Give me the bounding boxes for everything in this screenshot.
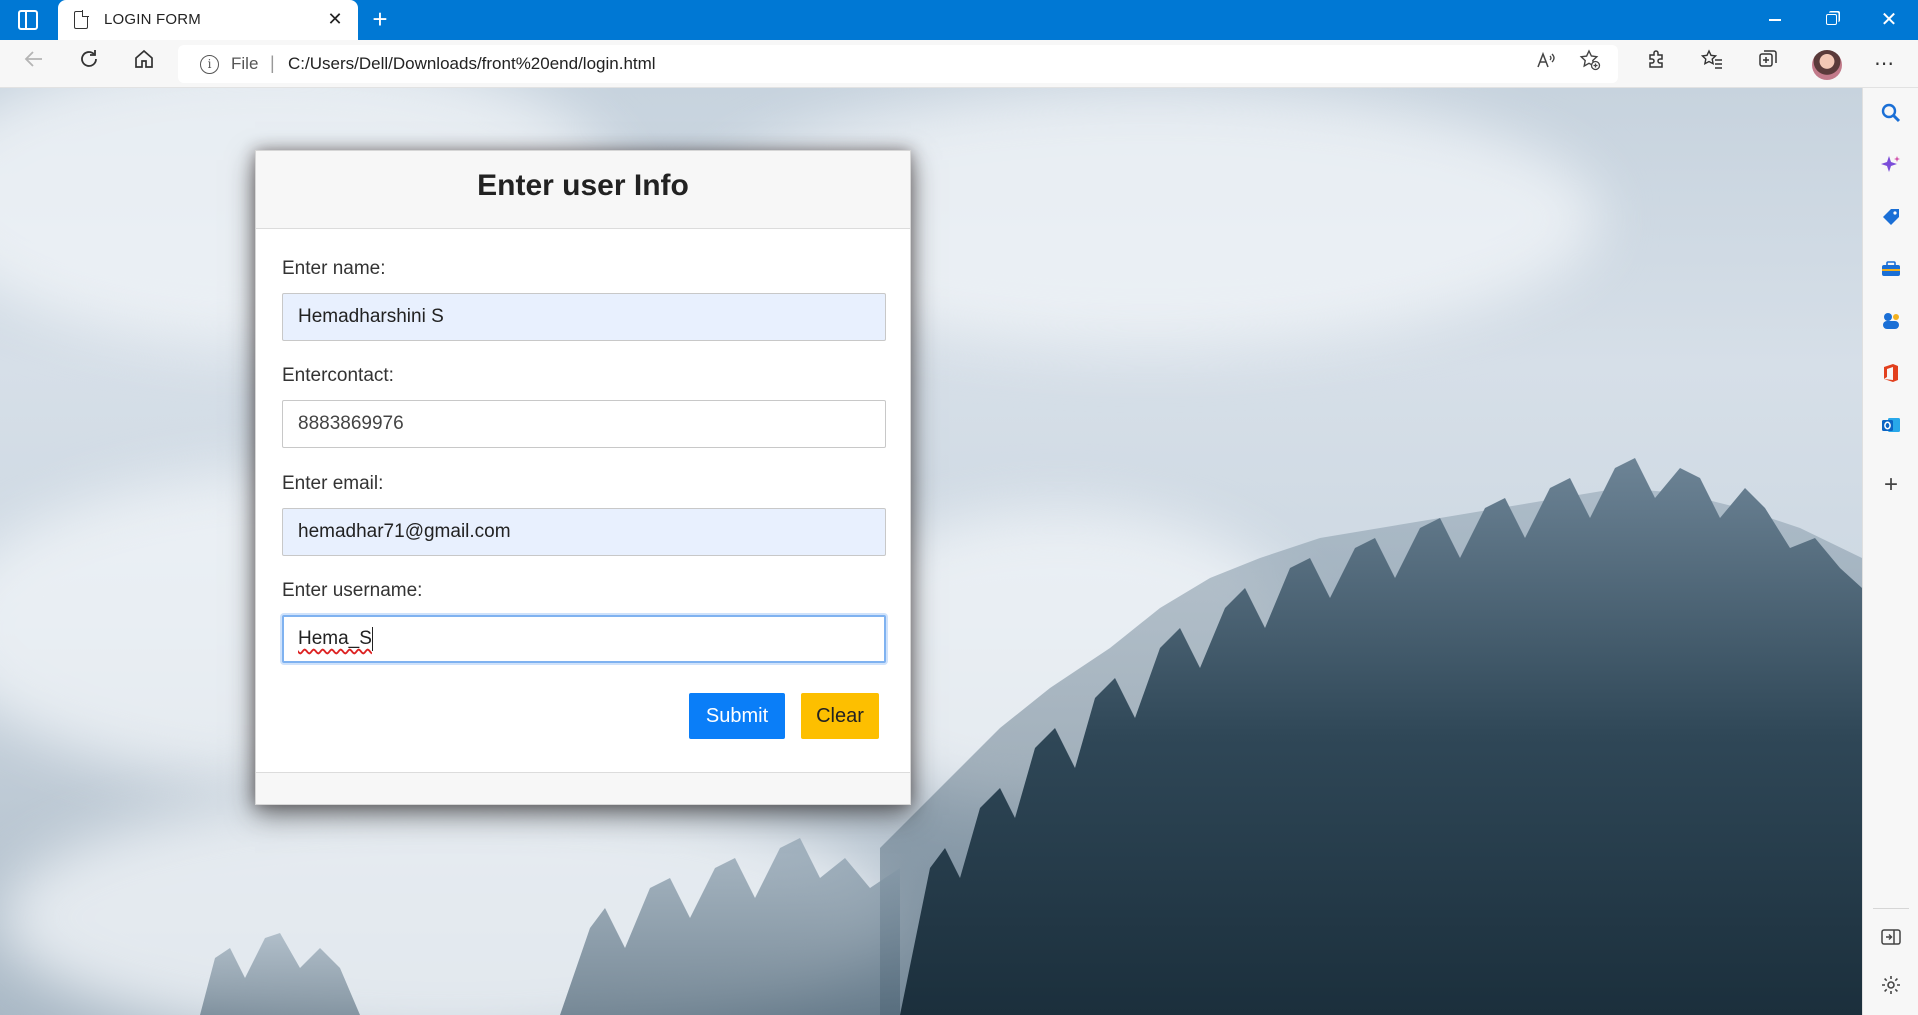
settings-icon[interactable]	[1876, 974, 1906, 1004]
outlook-icon[interactable]	[1876, 414, 1906, 444]
username-input[interactable]: Hema_S	[282, 615, 886, 663]
login-card: Enter user Info Enter name: Entercontact…	[255, 150, 911, 805]
username-label: Enter username:	[282, 580, 423, 601]
contact-input[interactable]	[282, 400, 886, 448]
address-separator: |	[270, 53, 275, 73]
tab-actions-icon[interactable]	[18, 10, 38, 30]
address-scheme: File	[231, 54, 259, 73]
page-icon	[74, 10, 89, 29]
minimize-button[interactable]	[1752, 0, 1798, 40]
refresh-icon[interactable]	[73, 48, 105, 80]
email-input[interactable]	[282, 508, 886, 556]
extensions-icon[interactable]	[1640, 48, 1672, 80]
card-header: Enter user Info	[256, 151, 910, 229]
home-icon[interactable]	[128, 48, 160, 80]
text-cursor	[371, 626, 373, 651]
browser-toolbar: i File | C:/Users/Dell/Downloads/front%2…	[0, 40, 1918, 88]
browser-tab[interactable]: LOGIN FORM ✕	[58, 0, 358, 40]
name-label: Enter name:	[282, 258, 386, 279]
read-aloud-icon[interactable]	[1530, 49, 1562, 79]
search-icon[interactable]	[1876, 102, 1906, 132]
shopping-icon[interactable]	[1876, 206, 1906, 236]
tab-title: LOGIN FORM	[104, 11, 202, 28]
hide-sidebar-icon[interactable]	[1876, 926, 1906, 956]
restore-button[interactable]	[1808, 0, 1854, 40]
username-value: Hema_S	[298, 628, 372, 649]
email-label: Enter email:	[282, 473, 384, 494]
card-footer	[256, 772, 910, 804]
copilot-icon[interactable]	[1876, 154, 1906, 184]
games-icon[interactable]	[1876, 310, 1906, 340]
form-title: Enter user Info	[477, 169, 689, 202]
new-tab-icon[interactable]: +	[366, 6, 394, 34]
tab-close-icon[interactable]: ✕	[324, 8, 346, 30]
address-url[interactable]: C:/Users/Dell/Downloads/front%20end/logi…	[288, 54, 656, 74]
contact-label: Entercontact:	[282, 365, 394, 386]
sidebar-divider	[1873, 908, 1909, 909]
more-icon[interactable]: ⋯	[1868, 48, 1900, 80]
submit-button[interactable]: Submit	[689, 693, 785, 739]
collections-icon[interactable]	[1752, 48, 1784, 80]
browser-sidebar: +	[1862, 88, 1918, 1015]
info-icon[interactable]: i	[200, 55, 219, 74]
name-input[interactable]	[282, 293, 886, 341]
browser-title-bar: LOGIN FORM ✕ + ✕	[0, 0, 1918, 40]
office-icon[interactable]	[1876, 362, 1906, 392]
add-icon[interactable]: +	[1876, 470, 1906, 500]
tools-icon[interactable]	[1876, 258, 1906, 288]
close-window-button[interactable]: ✕	[1866, 0, 1912, 40]
favorite-add-icon[interactable]	[1574, 49, 1606, 79]
clear-button[interactable]: Clear	[801, 693, 879, 739]
address-bar[interactable]: i File | C:/Users/Dell/Downloads/front%2…	[178, 45, 1618, 83]
profile-avatar[interactable]	[1812, 50, 1842, 80]
favorites-icon[interactable]	[1696, 48, 1728, 80]
back-icon[interactable]	[18, 48, 50, 80]
